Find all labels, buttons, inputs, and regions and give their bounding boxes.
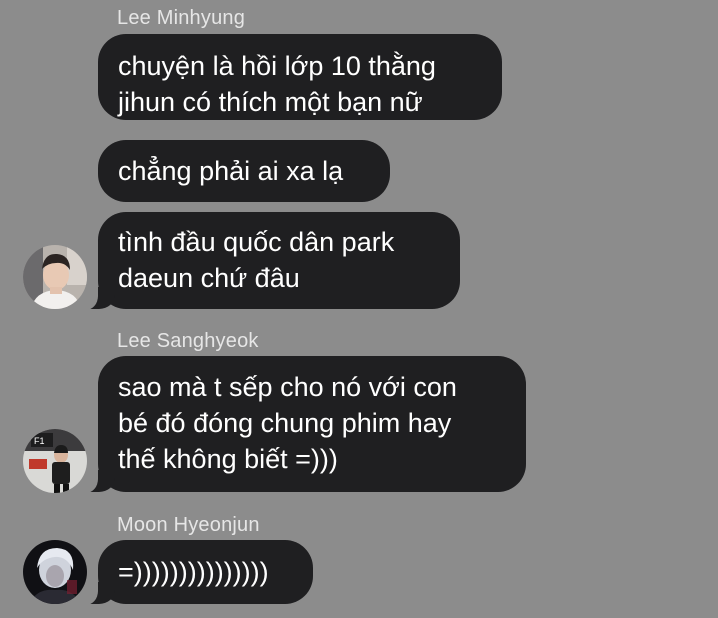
message-text: bé đó đóng chung phim hay <box>118 408 452 438</box>
message-text: tình đầu quốc dân park <box>118 227 395 257</box>
message-bubble[interactable]: tình đầu quốc dân park daeun chứ đâu <box>81 212 460 310</box>
message-bubble[interactable]: chẳng phải ai xa lạ <box>98 140 390 202</box>
message-text: sao mà t sếp cho nó với con <box>118 372 457 402</box>
svg-text:F1: F1 <box>34 436 45 446</box>
message-text: daeun chứ đâu <box>118 263 300 293</box>
avatar-moon-hyeonjun[interactable] <box>23 540 87 604</box>
message-text: chẳng phải ai xa lạ <box>118 156 344 186</box>
message-text: thế không biết =))) <box>118 444 338 474</box>
message-bubble[interactable]: chuyện là hồi lớp 10 thằng jihun có thíc… <box>98 34 502 120</box>
sender-name-moon-hyeonjun: Moon Hyeonjun <box>117 514 260 536</box>
message-bubble[interactable]: =))))))))))))))) <box>81 540 313 605</box>
profile-photo-icon: F1 <box>23 429 87 493</box>
sender-name-lee-sanghyeok: Lee Sanghyeok <box>117 330 259 352</box>
message-text: =))))))))))))))) <box>118 557 269 587</box>
profile-photo-icon <box>23 540 87 604</box>
avatar-lee-sanghyeok[interactable]: F1 <box>23 429 87 493</box>
message-bubble[interactable]: sao mà t sếp cho nó với con bé đó đóng c… <box>81 356 526 493</box>
avatar-lee-minhyung[interactable] <box>23 245 87 309</box>
profile-photo-icon <box>23 245 87 309</box>
message-text: jihun có thích một bạn nữ <box>118 87 423 117</box>
sender-name-lee-minhyung: Lee Minhyung <box>117 7 246 29</box>
message-text: chuyện là hồi lớp 10 thằng <box>118 51 436 81</box>
